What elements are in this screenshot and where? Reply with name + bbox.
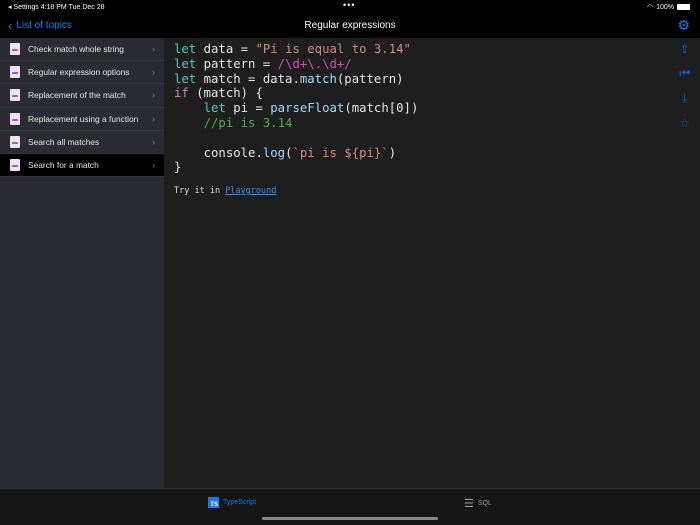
code-line: let pattern = /\d+\.\d+/ xyxy=(174,57,418,72)
code-token: //pi is 3.14 xyxy=(174,115,293,130)
sidebar-item[interactable]: Regular expression options › xyxy=(0,61,164,85)
code-token: if xyxy=(174,86,189,101)
code-token: data = xyxy=(203,42,256,56)
toolbar: ⇪ ⏮ ⤓ ☆ xyxy=(679,42,690,130)
code-token: pi = xyxy=(225,101,271,116)
try-prefix: Try it in xyxy=(174,186,226,196)
sidebar-item[interactable]: Replacement using a function › xyxy=(0,108,164,131)
code-token: } xyxy=(174,160,182,175)
sidebar-item-label: Replacement using a function xyxy=(28,113,139,124)
page-title: Regular expressions xyxy=(304,20,396,31)
gear-icon[interactable]: ⚙ xyxy=(677,17,690,34)
multitasking-dots[interactable]: ••• xyxy=(343,0,355,10)
battery-icon xyxy=(677,4,690,10)
tab-label: TypeScript xyxy=(223,499,257,506)
file-icon xyxy=(10,159,20,172)
sidebar-item[interactable]: Replacement of the match › xyxy=(0,84,164,108)
status-bar: ◂ Settings 4:18 PM Tue Dec 28 ••• ◠ 100% xyxy=(0,0,700,13)
chevron-right-icon: › xyxy=(152,113,155,124)
code-token: parseFloat xyxy=(270,101,345,116)
star-icon[interactable]: ☆ xyxy=(679,116,690,130)
sidebar-item-label: Regular expression options xyxy=(28,67,130,78)
chevron-right-icon: › xyxy=(152,90,155,101)
sidebar-item[interactable]: Check match whole string › xyxy=(0,38,164,62)
code-token: let xyxy=(203,101,226,116)
download-icon[interactable]: ⤓ xyxy=(682,91,687,106)
chevron-right-icon: › xyxy=(152,67,155,78)
code-line: } xyxy=(174,160,418,175)
code-token: console. xyxy=(174,145,263,160)
sidebar-item-label: Replacement of the match xyxy=(28,90,126,101)
file-icon xyxy=(10,89,20,102)
code-token: let xyxy=(174,71,197,86)
database-icon: ☰ xyxy=(464,498,474,510)
home-indicator xyxy=(262,517,438,520)
status-left: ◂ Settings 4:18 PM Tue Dec 28 xyxy=(8,4,105,11)
code-line: if (match) { xyxy=(174,86,418,101)
code-token: /\d+\.\d+/ xyxy=(277,56,352,71)
code-line: console.log(`pi is ${pi}`) xyxy=(174,146,418,161)
code-line: let data = "Pi is equal to 3.14" xyxy=(174,42,418,57)
code-block: let data = "Pi is equal to 3.14" let patt… xyxy=(174,42,418,175)
chevron-right-icon: › xyxy=(152,136,155,147)
code-token: (match) { xyxy=(188,86,263,101)
file-icon xyxy=(10,43,20,56)
sidebar-item[interactable]: Search for a match › xyxy=(0,153,164,178)
sidebar: Check match whole string › Regular express… xyxy=(0,38,164,488)
code-token: ) xyxy=(388,145,397,160)
code-line: let match = data.match(pattern) xyxy=(174,72,418,87)
code-token: pattern = xyxy=(203,56,278,71)
first-icon[interactable]: ⏮ xyxy=(679,66,690,81)
tab-label: SQL xyxy=(477,500,492,507)
playground-link[interactable]: Playground xyxy=(225,186,276,196)
code-token: match = data. xyxy=(203,71,300,86)
sidebar-item-label: Check match whole string xyxy=(28,44,124,55)
sidebar-item-label: Search for a match xyxy=(28,160,99,171)
tab-sql[interactable]: ☰ SQL xyxy=(464,497,492,510)
code-token: match xyxy=(299,71,337,86)
chevron-right-icon: › xyxy=(152,44,155,55)
battery-level: 100% xyxy=(656,3,674,11)
code-token: let xyxy=(174,42,197,56)
file-icon xyxy=(10,135,20,148)
chevron-right-icon: › xyxy=(152,160,155,171)
file-icon xyxy=(10,66,20,79)
file-icon xyxy=(10,112,20,125)
code-token: `pi is ${pi}` xyxy=(292,145,389,160)
try-it: Try it in Playground xyxy=(174,186,276,196)
code-token: "Pi is equal to 3.14" xyxy=(255,42,411,56)
sidebar-item-label: Search all matches xyxy=(28,136,100,147)
code-token: (match[0]) xyxy=(344,101,419,116)
code-token: (pattern) xyxy=(336,71,404,86)
code-token: let xyxy=(174,56,197,71)
sidebar-item[interactable]: Search all matches › xyxy=(0,131,164,154)
share-icon[interactable]: ⇪ xyxy=(680,42,690,56)
navigation-bar: ‹ List of topics Regular expressions ⚙ xyxy=(0,13,700,38)
code-line: //pi is 3.14 xyxy=(174,116,418,131)
code-token: log xyxy=(262,145,286,160)
wifi-icon: ◠ xyxy=(646,4,654,11)
tab-typescript[interactable]: TS TypeScript xyxy=(208,497,256,508)
code-line: let pi = parseFloat(match[0]) xyxy=(174,101,419,116)
typescript-icon: TS xyxy=(208,497,219,508)
